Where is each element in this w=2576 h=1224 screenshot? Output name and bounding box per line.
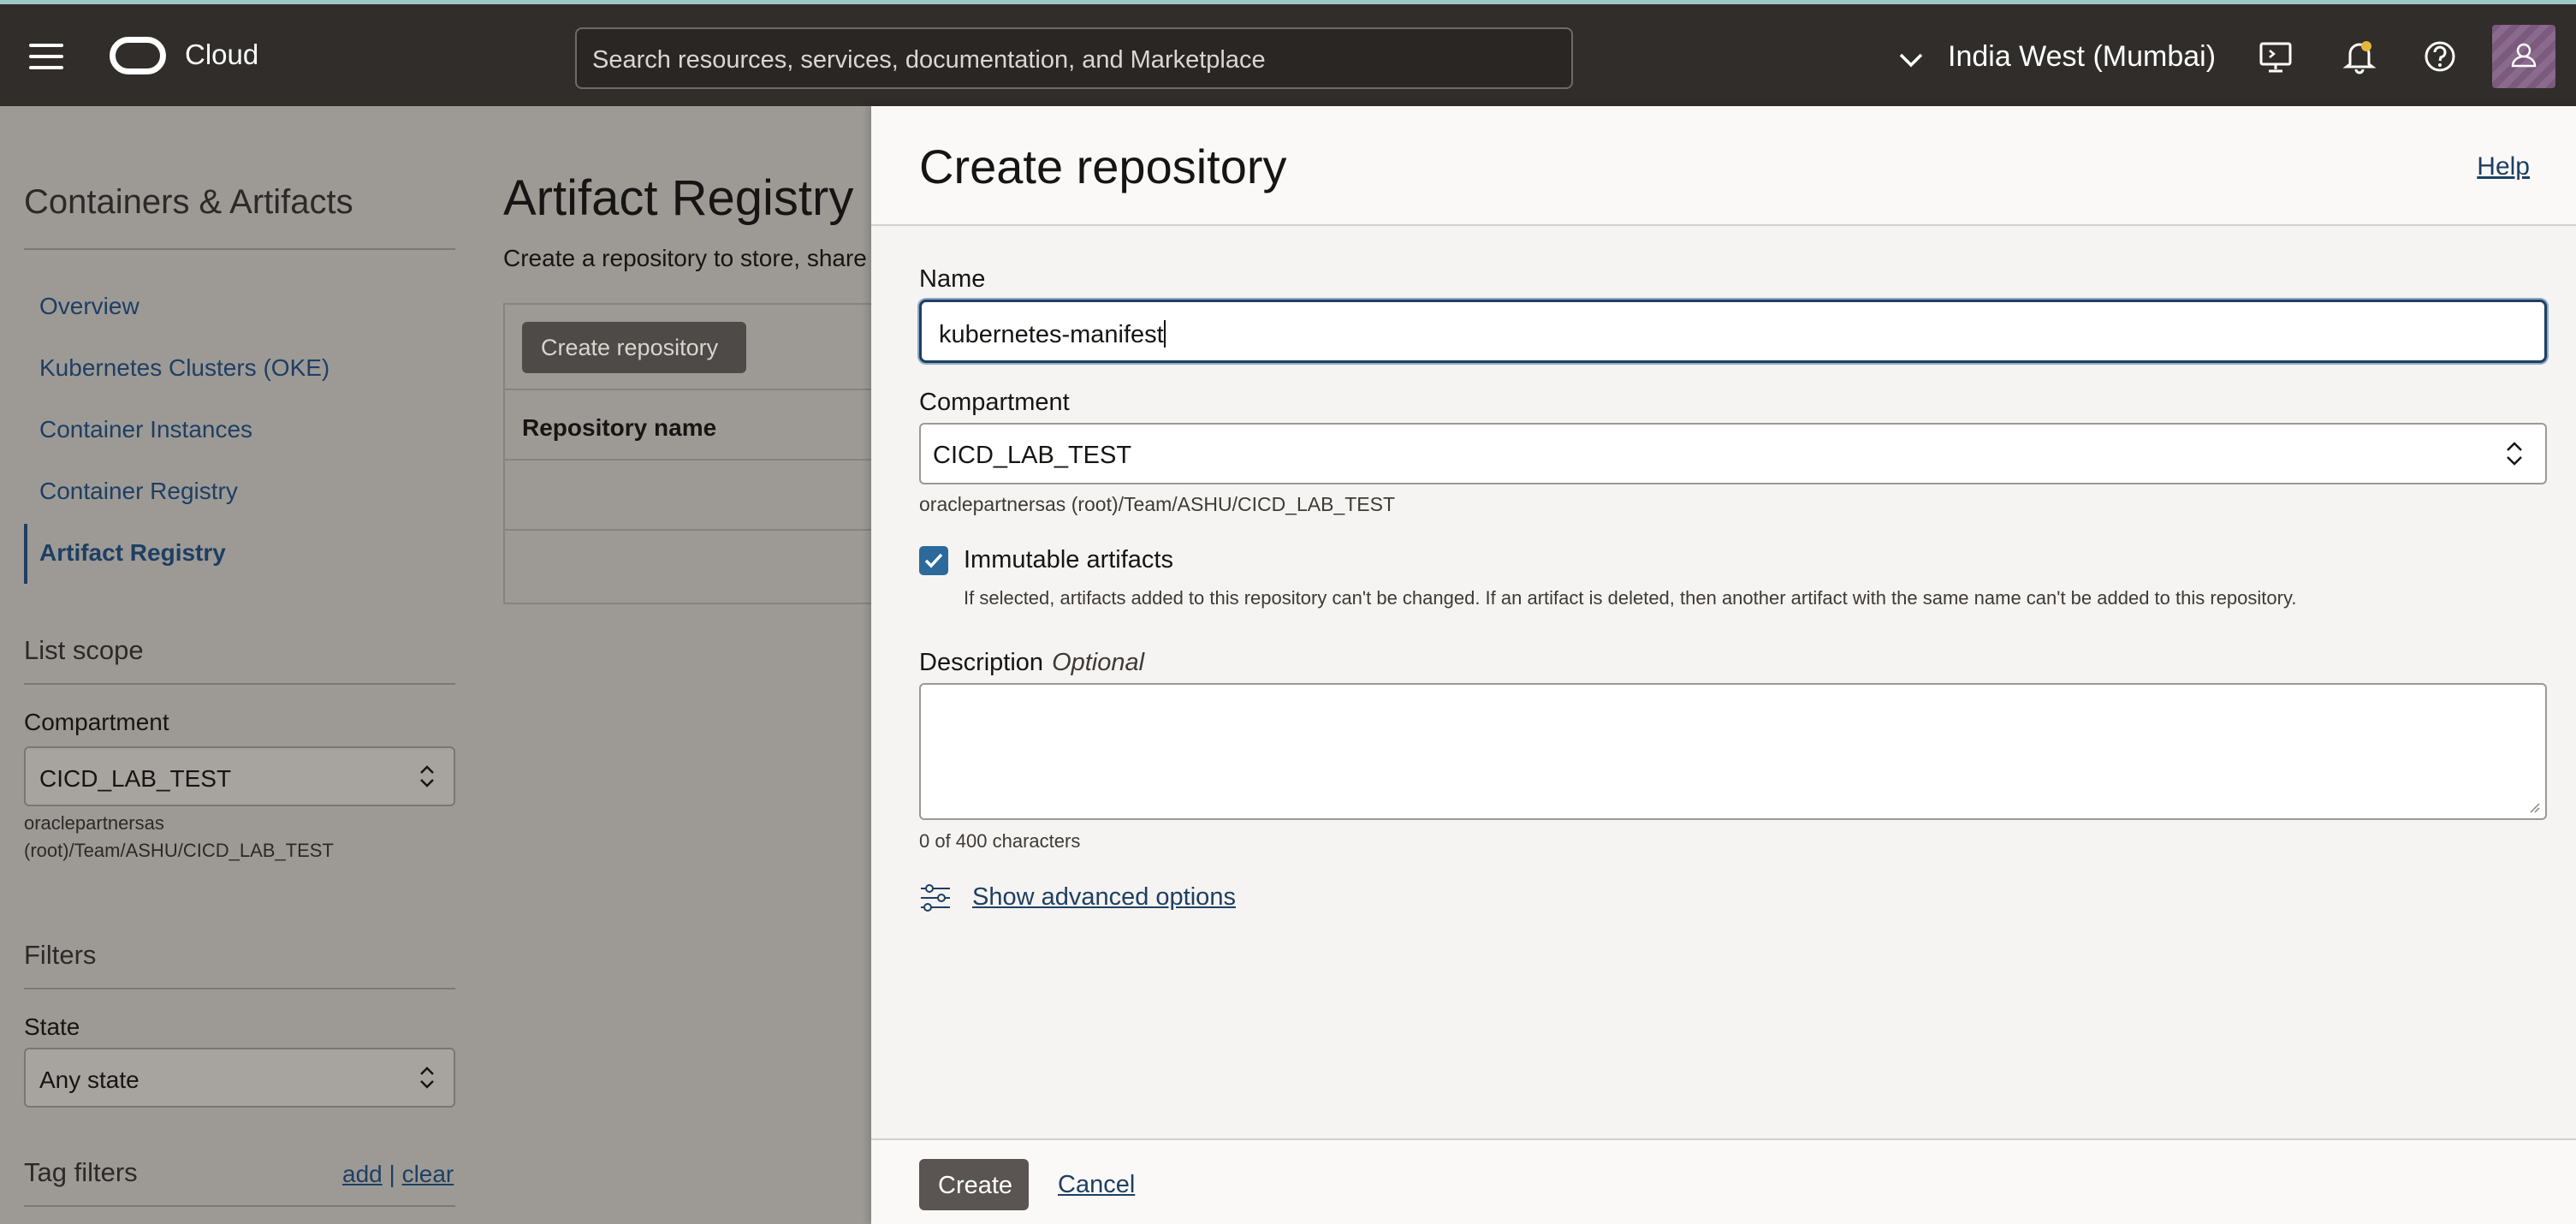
select-arrows-icon (2507, 442, 2522, 466)
drawer-title: Create repository (919, 140, 1287, 193)
tag-filter-clear-link[interactable]: clear (402, 1161, 454, 1187)
state-label: State (24, 1013, 80, 1040)
compartment-select-value: CICD_LAB_TEST (933, 442, 1132, 469)
cloud-shell-icon[interactable] (2256, 37, 2295, 76)
compartment-label: Compartment (24, 709, 169, 735)
sidebar-item-kubernetes-clusters[interactable]: Kubernetes Clusters (OKE) (39, 354, 329, 382)
compartment-filter-select[interactable]: CICD_LAB_TEST (24, 746, 455, 806)
compartment-filter-value: CICD_LAB_TEST (39, 765, 232, 792)
resize-handle-icon[interactable] (2526, 799, 2540, 813)
compartment-select[interactable]: CICD_LAB_TEST (919, 423, 2547, 484)
create-repository-button[interactable]: Create repository (522, 322, 746, 373)
compartment-path: oraclepartnersas (root)/Team/ASHU/CICD_L… (24, 812, 334, 861)
drawer-footer: Create Cancel (871, 1138, 2576, 1224)
select-arrows-icon (420, 1067, 434, 1089)
compartment-label: Compartment (919, 389, 1070, 416)
name-input-value: kubernetes-manifest (939, 321, 1164, 348)
user-avatar[interactable] (2492, 25, 2555, 88)
divider (24, 248, 455, 250)
sliders-icon[interactable] (919, 882, 952, 914)
show-advanced-options-link[interactable]: Show advanced options (972, 883, 1236, 912)
sidebar-item-artifact-registry[interactable]: Artifact Registry (39, 539, 226, 567)
tag-filter-add-link[interactable]: add (342, 1161, 383, 1187)
immutable-artifacts-checkbox[interactable] (919, 546, 948, 575)
notification-bell-icon[interactable] (2340, 37, 2379, 76)
region-selector[interactable]: India West (Mumbai) (1948, 40, 2216, 74)
description-textarea[interactable] (919, 683, 2547, 820)
page-title: Artifact Registry (503, 170, 854, 226)
active-indicator (24, 524, 27, 584)
character-count: 0 of 400 characters (919, 830, 1081, 852)
create-button[interactable]: Create (919, 1159, 1029, 1210)
page-background: Containers & Artifacts Overview Kubernet… (0, 106, 881, 1224)
state-filter-select[interactable]: Any state (24, 1048, 455, 1108)
list-scope-heading: List scope (24, 635, 144, 665)
name-input[interactable]: kubernetes-manifest (919, 300, 2547, 363)
checkmark-icon (924, 553, 943, 568)
tag-filter-links: add | clear (342, 1161, 454, 1188)
select-arrows-icon (420, 765, 434, 787)
optional-tag: Optional (1052, 649, 1145, 676)
page-subtitle: Create a repository to store, share (503, 245, 867, 271)
top-navigation-bar: Cloud Search resources, services, docume… (0, 0, 2576, 106)
hamburger-menu-icon[interactable] (29, 44, 63, 69)
sidebar-title: Containers & Artifacts (24, 183, 353, 221)
name-label: Name (919, 265, 986, 293)
drawer-header: Create repository Help (871, 106, 2576, 226)
cancel-link[interactable]: Cancel (1058, 1171, 1135, 1199)
help-icon[interactable] (2420, 37, 2460, 76)
sidebar-item-overview[interactable]: Overview (39, 293, 139, 320)
tag-filters-heading: Tag filters (24, 1157, 138, 1187)
sidebar-item-container-instances[interactable]: Container Instances (39, 416, 252, 443)
divider (24, 1205, 455, 1207)
sidebar-item-container-registry[interactable]: Container Registry (39, 478, 238, 505)
divider (505, 459, 881, 460)
oracle-logo[interactable] (110, 37, 166, 74)
description-label-text: Description (919, 649, 1044, 676)
divider (505, 529, 881, 531)
divider (24, 988, 455, 989)
search-input[interactable]: Search resources, services, documentatio… (575, 27, 1573, 89)
filters-heading: Filters (24, 940, 97, 970)
compartment-path: oraclepartnersas (root)/Team/ASHU/CICD_L… (919, 493, 1396, 515)
chevron-down-icon[interactable] (1898, 47, 1924, 73)
state-filter-value: Any state (39, 1067, 139, 1093)
user-icon (2511, 43, 2537, 68)
immutable-artifacts-label[interactable]: Immutable artifacts (964, 546, 1173, 574)
help-link[interactable]: Help (2477, 152, 2530, 181)
divider (24, 683, 455, 685)
logo-text[interactable]: Cloud (185, 39, 258, 71)
text-cursor (1163, 320, 1166, 348)
divider (505, 389, 881, 390)
description-label: Description Optional (919, 649, 1144, 677)
immutable-artifacts-help: If selected, artifacts added to this rep… (964, 587, 2297, 609)
repositories-table: Create repository Repository name (503, 303, 881, 604)
column-header-repository-name[interactable]: Repository name (522, 414, 716, 442)
tag-filter-separator: | (389, 1161, 395, 1187)
create-repository-drawer: Create repository Help Name kubernetes-m… (871, 106, 2576, 1224)
